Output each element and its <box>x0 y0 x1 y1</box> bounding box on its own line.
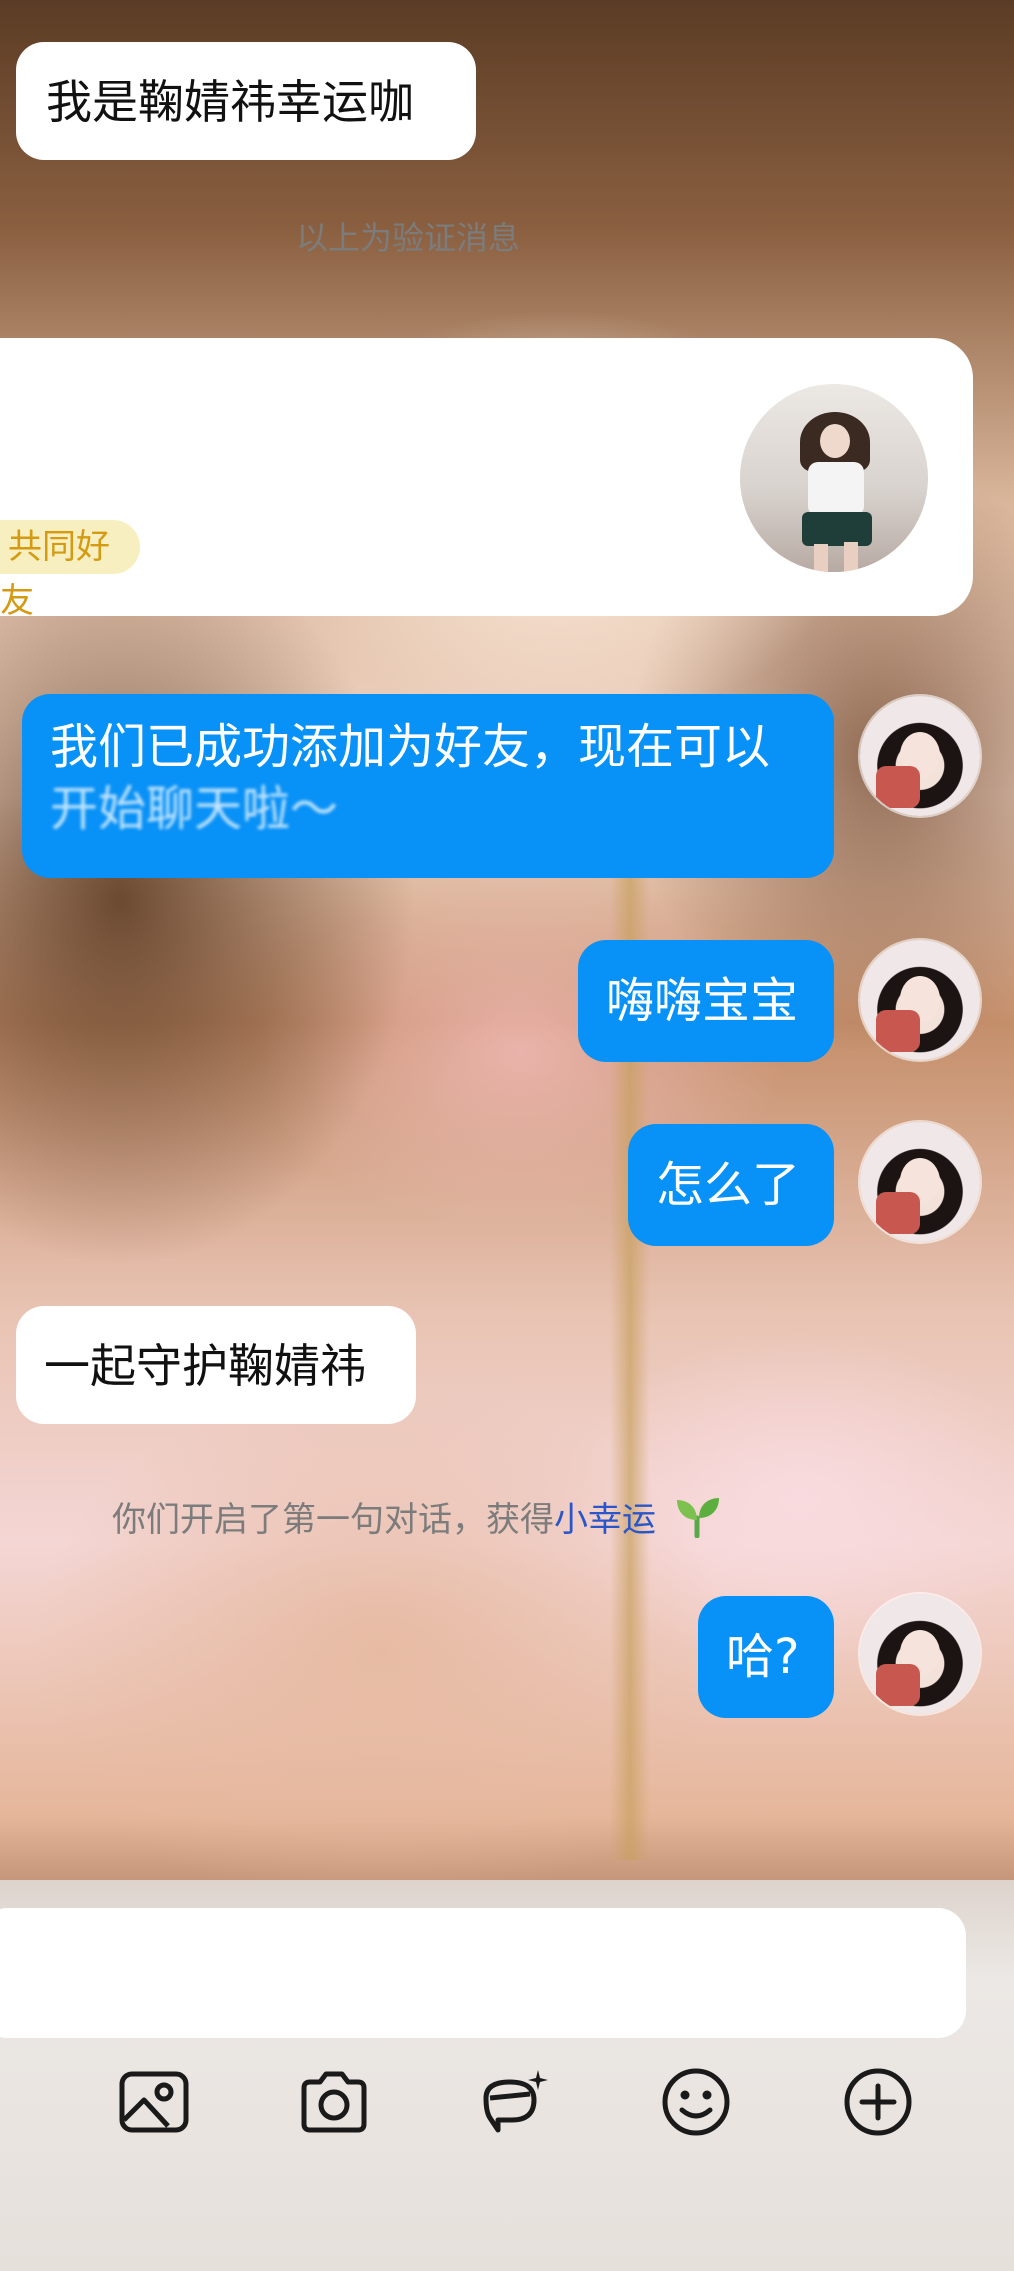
self-avatar-1[interactable] <box>860 696 980 816</box>
message-3-text: 怎么了 <box>656 1157 801 1213</box>
friend-card-avatar[interactable] <box>740 384 928 572</box>
message-2-text: 嗨嗨宝宝 <box>606 973 799 1029</box>
self-avatar-3[interactable] <box>860 1122 980 1242</box>
message-bubble-4[interactable]: 一起守护鞠婧祎 <box>16 1306 416 1424</box>
message-5-text: 哈? <box>726 1629 800 1685</box>
message-bubble-5[interactable]: 哈? <box>698 1596 834 1718</box>
emoji-icon[interactable] <box>658 2064 734 2140</box>
first-chat-notice: 你们开启了第一句对话，获得小幸运 <box>112 1494 723 1549</box>
message-1-line1: 我们已成功添加为好友，现在可以 <box>50 719 771 775</box>
verify-message-text: 我是鞠婧祎幸运咖 <box>46 75 414 129</box>
friend-card[interactable]: 共同好友 <box>0 338 973 621</box>
camera-icon[interactable] <box>296 2064 372 2140</box>
image-icon[interactable] <box>116 2064 192 2140</box>
message-4-text: 一起守护鞠婧祎 <box>44 1339 366 1393</box>
message-bubble-3[interactable]: 怎么了 <box>628 1124 834 1246</box>
self-avatar-2[interactable] <box>860 940 980 1060</box>
verify-notice: 以上为验证消息 <box>296 219 521 257</box>
first-chat-notice-prefix: 你们开启了第一句对话，获得 <box>112 1500 554 1540</box>
message-bubble-2[interactable]: 嗨嗨宝宝 <box>578 940 834 1062</box>
self-avatar-4[interactable] <box>860 1594 980 1714</box>
plus-icon[interactable] <box>840 2064 916 2140</box>
message-1-line2: 开始聊天啦～ <box>50 781 339 837</box>
verify-message-bubble[interactable]: 我是鞠婧祎幸运咖 <box>16 42 476 160</box>
ai-assistant-icon[interactable] <box>476 2064 552 2140</box>
message-input[interactable] <box>0 1908 966 2038</box>
mutual-friends-badge[interactable]: 共同好友 <box>0 520 140 621</box>
lucky-link[interactable]: 小幸运 <box>554 1500 656 1540</box>
message-bubble-1[interactable]: 我们已成功添加为好友，现在可以 开始聊天啦～ <box>22 694 834 878</box>
sprout-icon <box>673 1494 723 1549</box>
